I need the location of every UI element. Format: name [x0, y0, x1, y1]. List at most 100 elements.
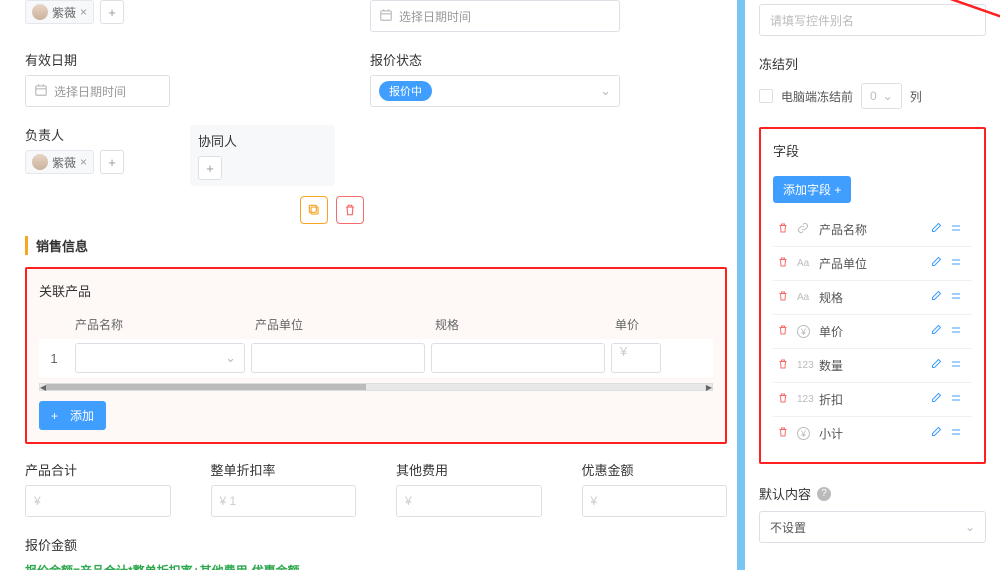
other-fee-input[interactable]: ¥ [396, 485, 542, 517]
scrollbar-thumb[interactable] [46, 384, 366, 390]
row-index: 1 [39, 351, 69, 366]
add-row-button[interactable]: + 添加 [39, 401, 106, 430]
freeze-checkbox[interactable] [759, 89, 773, 103]
add-field-button[interactable]: 添加字段 + [773, 176, 851, 203]
sort-icon[interactable] [950, 392, 968, 407]
coupon-label: 优惠金额 [582, 460, 728, 479]
quote-amount-formula: 报价金额=产品合计*整单折扣率+其他费用-优惠金额 [25, 562, 727, 570]
delete-block-button[interactable] [336, 196, 364, 224]
valid-date-placeholder: 选择日期时间 [54, 83, 126, 100]
edit-icon[interactable] [930, 324, 950, 339]
field-type-icon: ¥ [797, 427, 819, 440]
field-label: 折扣 [819, 391, 930, 408]
quote-status-select[interactable]: 报价中 ⌄ [370, 75, 620, 107]
add-owner-button[interactable]: + [100, 150, 124, 174]
coupon-input[interactable]: ¥ [582, 485, 728, 517]
field-item: Aa产品单位 [773, 247, 972, 281]
trash-icon[interactable] [777, 290, 797, 305]
edit-icon[interactable] [930, 392, 950, 407]
top-date-placeholder: 选择日期时间 [399, 8, 471, 25]
quote-status-label: 报价状态 [370, 50, 620, 69]
avatar [32, 154, 48, 170]
add-customer-button[interactable]: + [100, 0, 124, 24]
close-icon[interactable]: × [80, 5, 87, 19]
help-icon[interactable]: ? [817, 487, 831, 501]
customer-tag: 紫薇 × [25, 0, 94, 24]
edit-icon[interactable] [930, 426, 950, 441]
owner-tag: 紫薇 × [25, 150, 94, 174]
freeze-count-select[interactable]: 0 ⌄ [861, 83, 902, 109]
field-type-icon: 123 [797, 360, 819, 371]
chevron-down-icon: ⌄ [225, 350, 236, 366]
sort-icon[interactable] [950, 222, 968, 237]
sort-icon[interactable] [950, 358, 968, 373]
product-price-input[interactable]: ¥ [611, 343, 661, 373]
trash-icon[interactable] [777, 222, 797, 237]
field-type-icon: 123 [797, 394, 819, 405]
field-item: Aa规格 [773, 281, 972, 315]
col-product-unit: 产品单位 [255, 316, 435, 333]
scroll-right-icon: ▶ [706, 383, 712, 392]
chevron-down-icon: ⌄ [965, 520, 975, 534]
sort-icon[interactable] [950, 256, 968, 271]
default-content-label: 默认内容 [759, 484, 811, 503]
default-content-select[interactable]: 不设置 ⌄ [759, 511, 986, 543]
product-spec-input[interactable] [431, 343, 605, 373]
trash-icon[interactable] [777, 358, 797, 373]
sales-info-header: 销售信息 [25, 236, 727, 255]
status-badge: 报价中 [379, 81, 432, 101]
valid-date-label: 有效日期 [25, 50, 170, 69]
col-spec: 规格 [435, 316, 615, 333]
calendar-icon [379, 8, 393, 25]
product-sum-label: 产品合计 [25, 460, 171, 479]
trash-icon[interactable] [777, 256, 797, 271]
related-product-title: 关联产品 [39, 281, 713, 300]
quote-amount-label: 报价金额 [25, 535, 727, 554]
copy-block-button[interactable] [300, 196, 328, 224]
chevron-down-icon: ⌄ [883, 89, 893, 103]
table-row: 1 ⌄ ¥ [39, 339, 713, 377]
edit-icon[interactable] [930, 222, 950, 237]
field-type-icon: Aa [797, 258, 819, 269]
field-type-icon: ¥ [797, 325, 819, 338]
product-name-select[interactable]: ⌄ [75, 343, 245, 373]
close-icon[interactable]: × [80, 155, 87, 169]
sort-icon[interactable] [950, 324, 968, 339]
field-item: 123数量 [773, 349, 972, 383]
valid-date-input[interactable]: 选择日期时间 [25, 75, 170, 107]
trash-icon[interactable] [777, 392, 797, 407]
edit-icon[interactable] [930, 290, 950, 305]
field-item: ¥小计 [773, 417, 972, 450]
sort-icon[interactable] [950, 426, 968, 441]
field-label: 规格 [819, 289, 930, 306]
add-collaborator-button[interactable]: + [198, 156, 222, 180]
calendar-icon [34, 83, 48, 100]
field-label: 单价 [819, 323, 930, 340]
owner-tag-label: 紫薇 [52, 154, 76, 171]
field-item: 产品名称 [773, 213, 972, 247]
edit-icon[interactable] [930, 358, 950, 373]
fields-label: 字段 [773, 141, 972, 160]
product-sum-input[interactable]: ¥ [25, 485, 171, 517]
field-type-icon: Aa [797, 292, 819, 303]
avatar [32, 4, 48, 20]
field-item: ¥单价 [773, 315, 972, 349]
edit-icon[interactable] [930, 256, 950, 271]
collaborator-label: 协同人 [198, 131, 327, 150]
related-product-section: 关联产品 产品名称 产品单位 规格 单价 1 ⌄ ¥ [25, 267, 727, 444]
field-item: 123折扣 [773, 383, 972, 417]
customer-tag-label: 紫薇 [52, 4, 76, 21]
product-unit-input[interactable] [251, 343, 425, 373]
horizontal-scrollbar[interactable]: ◀ ▶ [39, 383, 713, 391]
col-price: 单价 [615, 316, 675, 333]
trash-icon[interactable] [777, 426, 797, 441]
freeze-column-label: 冻结列 [759, 54, 986, 73]
top-date-input[interactable]: 选择日期时间 [370, 0, 620, 32]
discount-input[interactable]: ¥ 1 [211, 485, 357, 517]
sort-icon[interactable] [950, 290, 968, 305]
alias-input[interactable]: 请填写控件别名 [759, 4, 986, 36]
col-product-name: 产品名称 [75, 316, 255, 333]
field-label: 产品名称 [819, 221, 930, 238]
trash-icon[interactable] [777, 324, 797, 339]
field-label: 产品单位 [819, 255, 930, 272]
